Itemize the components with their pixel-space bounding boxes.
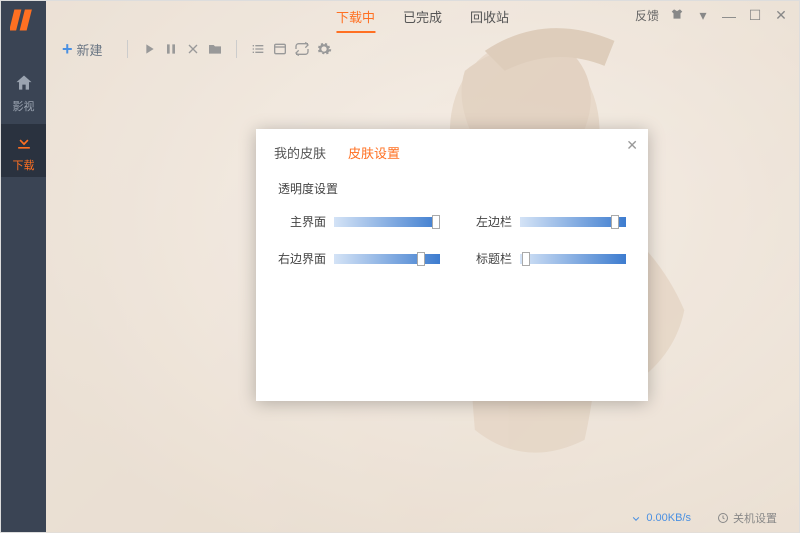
slider-right[interactable]: [334, 254, 440, 264]
opacity-section-title: 透明度设置: [278, 180, 626, 197]
app-logo: [1, 5, 46, 35]
sidebar-item-label: 影视: [13, 98, 35, 114]
sidebar-item-media[interactable]: 影视: [1, 65, 46, 118]
slider-main[interactable]: [334, 217, 440, 227]
download-icon: [14, 132, 34, 155]
slider-left[interactable]: [520, 217, 626, 227]
sidebar-item-label: 下载: [13, 157, 35, 173]
skin-dialog: ✕ 我的皮肤 皮肤设置 透明度设置 主界面 左边栏 右边界: [256, 129, 648, 401]
dialog-overlay: ✕ 我的皮肤 皮肤设置 透明度设置 主界面 左边栏 右边界: [46, 1, 799, 532]
slider-label-left: 左边栏: [464, 213, 512, 230]
slider-label-right: 右边界面: [278, 250, 326, 267]
slider-title[interactable]: [520, 254, 626, 264]
sidebar-item-download[interactable]: 下载: [1, 124, 46, 177]
slider-label-title: 标题栏: [464, 250, 512, 267]
main-area: 下载中 已完成 回收站 反馈 ▾ — ☐ ✕ + 新建: [46, 1, 799, 532]
dialog-tab-my-skin[interactable]: 我的皮肤: [274, 143, 326, 168]
dialog-tab-skin-settings[interactable]: 皮肤设置: [348, 143, 400, 168]
dialog-close-icon[interactable]: ✕: [626, 137, 638, 154]
slider-label-main: 主界面: [278, 213, 326, 230]
home-icon: [14, 73, 34, 96]
